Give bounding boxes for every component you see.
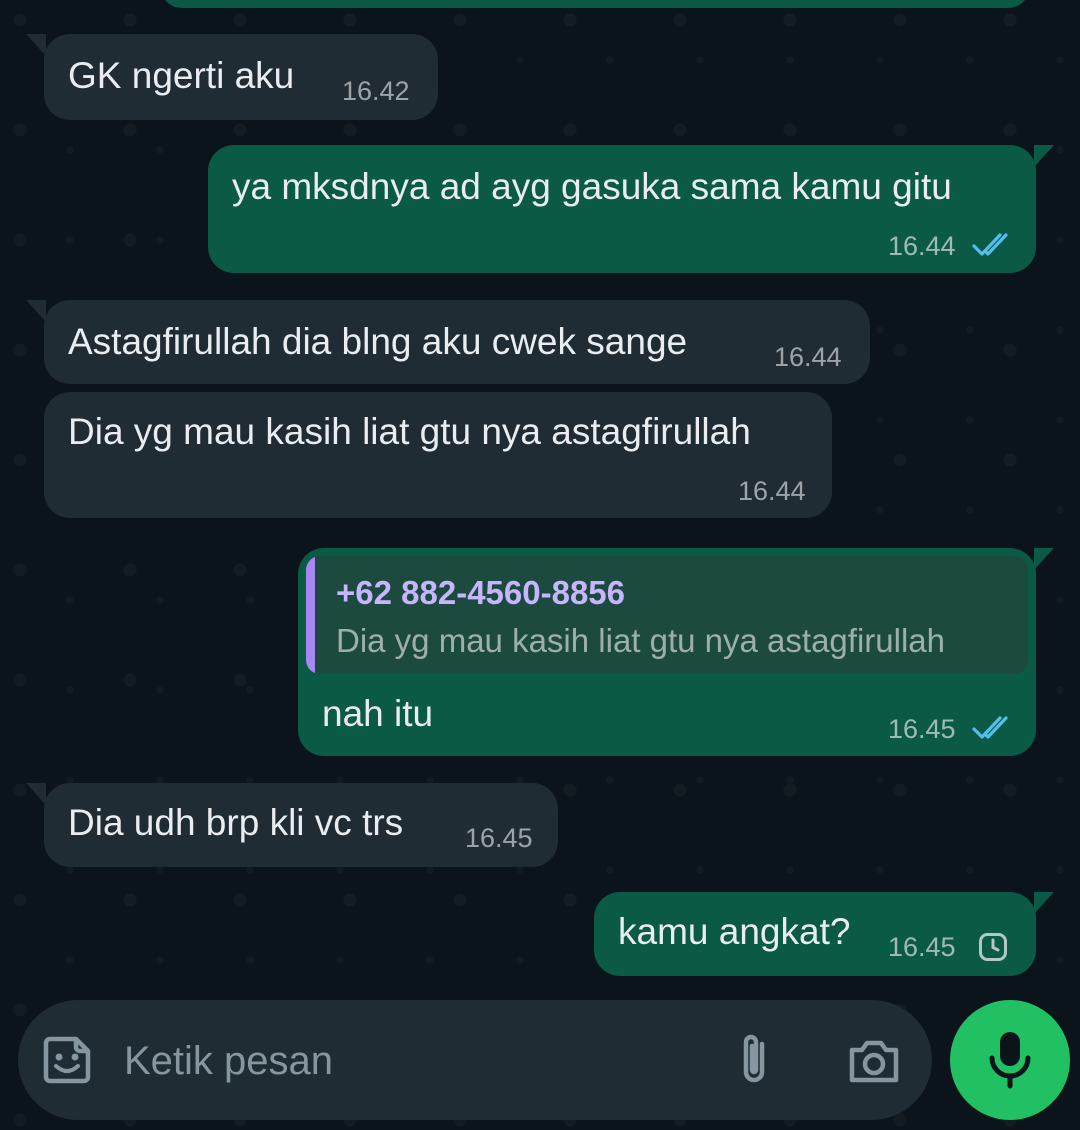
message-bubble-incoming[interactable]: Dia yg mau kasih liat gtu nya astagfirul… bbox=[44, 392, 832, 518]
microphone-icon bbox=[989, 1032, 1031, 1089]
message-bubble-outgoing-reply[interactable]: +62 882-4560-8856 Dia yg mau kasih liat … bbox=[298, 548, 1054, 756]
chat-area: GK ngerti aku 16.42 ya mksdnya ad ayg ga… bbox=[0, 0, 1080, 1130]
message-text: Dia udh brp kli vc trs bbox=[68, 802, 404, 843]
message-text: Dia yg mau kasih liat gtu nya astagfirul… bbox=[68, 411, 751, 452]
message-bubble-outgoing[interactable]: ya mksdnya ad ayg gasuka sama kamu gitu … bbox=[208, 145, 1054, 273]
microphone-button[interactable] bbox=[950, 1000, 1070, 1120]
message-input[interactable] bbox=[122, 1030, 686, 1092]
message-composer bbox=[18, 1000, 932, 1120]
quote-text: Dia yg mau kasih liat gtu nya astagfirul… bbox=[336, 622, 945, 659]
message-bubble-outgoing[interactable]: kamu angkat? 16.45 bbox=[594, 892, 1054, 976]
read-ticks-icon bbox=[972, 233, 1008, 256]
message-text: ya mksdnya ad ayg gasuka sama kamu gitu bbox=[232, 166, 952, 207]
message-text: Astagfirullah dia blng aku cwek sange bbox=[68, 321, 688, 362]
message-time: 16.42 bbox=[342, 76, 410, 106]
message-time: 16.45 bbox=[465, 823, 533, 853]
reply-quote[interactable]: +62 882-4560-8856 Dia yg mau kasih liat … bbox=[306, 556, 1028, 674]
clock-pending-icon bbox=[979, 933, 1007, 961]
paperclip-icon[interactable] bbox=[732, 1030, 776, 1090]
message-time: 16.45 bbox=[888, 714, 956, 744]
message-time: 16.45 bbox=[888, 932, 956, 962]
message-time: 16.44 bbox=[738, 476, 806, 506]
read-ticks-icon bbox=[972, 716, 1008, 739]
message-time: 16.44 bbox=[888, 231, 956, 261]
message-bubble-partial bbox=[160, 0, 1030, 8]
message-bubble-incoming[interactable]: Dia udh brp kli vc trs 16.45 bbox=[26, 783, 558, 867]
message-text: nah itu bbox=[322, 693, 434, 734]
message-bubble-incoming[interactable]: GK ngerti aku 16.42 bbox=[26, 34, 438, 120]
message-text: kamu angkat? bbox=[618, 911, 851, 952]
camera-icon[interactable] bbox=[846, 1036, 902, 1086]
message-time: 16.44 bbox=[774, 342, 842, 372]
message-bubble-incoming[interactable]: Astagfirullah dia blng aku cwek sange 16… bbox=[26, 300, 870, 384]
message-text: GK ngerti aku bbox=[68, 55, 295, 96]
quote-author: +62 882-4560-8856 bbox=[336, 574, 626, 611]
sticker-icon[interactable] bbox=[40, 1033, 94, 1087]
quote-accent-bar bbox=[306, 556, 315, 674]
